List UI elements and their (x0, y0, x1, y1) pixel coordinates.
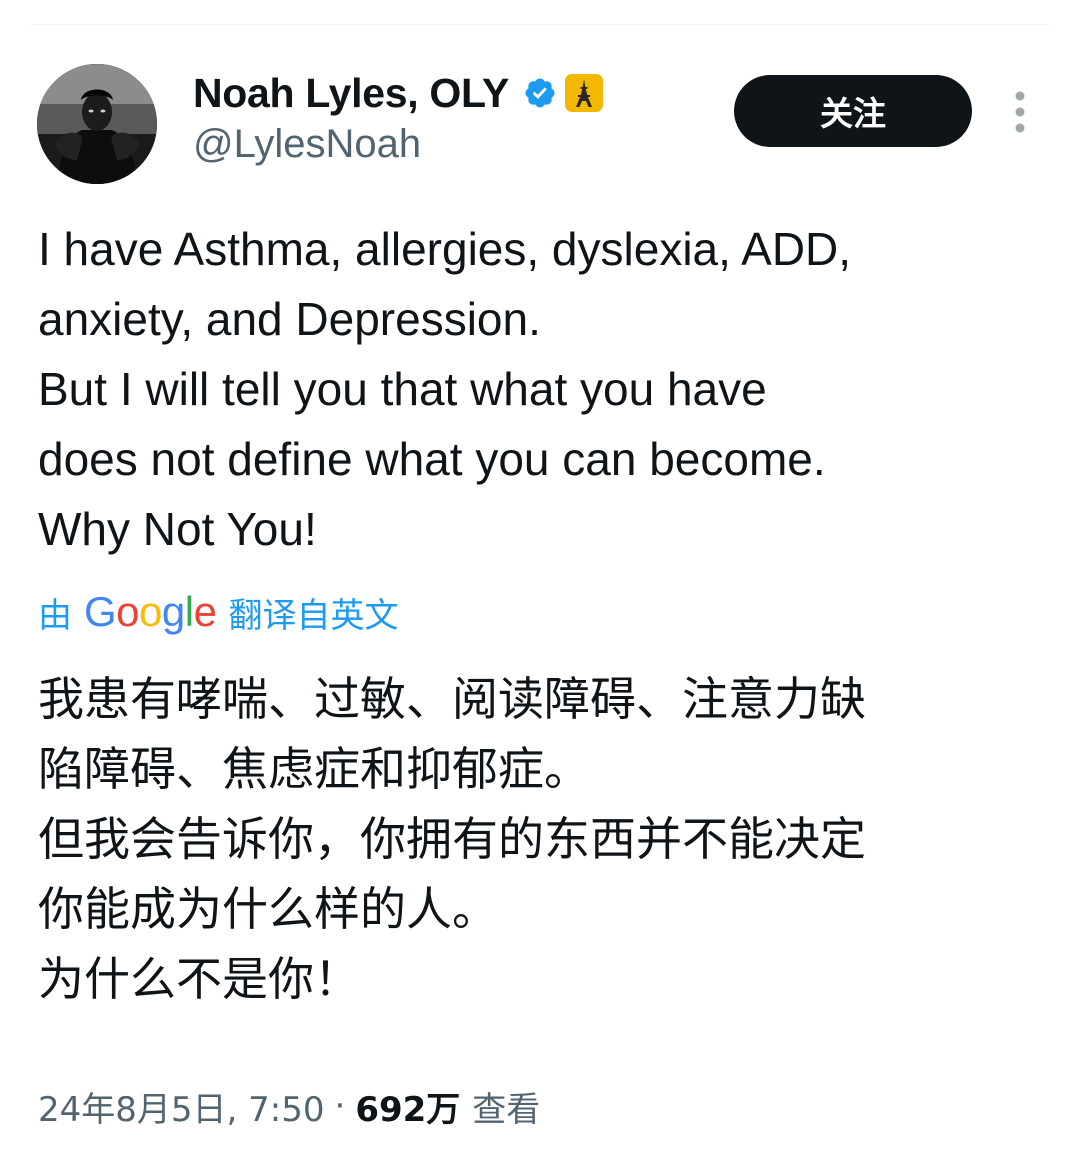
translated-text: 我患有哮喘、过敏、阅读障碍、注意力缺 陷障碍、焦虑症和抑郁症。 但我会告诉你，你… (38, 664, 1048, 1014)
more-options-icon[interactable] (1010, 90, 1030, 134)
translation-suffix: 翻译自英文 (228, 595, 399, 636)
avatar-image (37, 64, 157, 184)
follow-button[interactable]: 关注 (734, 75, 972, 147)
translated-line: 但我会告诉你，你拥有的东西并不能决定 (38, 812, 866, 866)
author-display-name[interactable]: Noah Lyles, OLY (193, 70, 509, 117)
tweet-line: anxiety, and Depression. (38, 293, 541, 345)
avatar[interactable] (37, 64, 157, 184)
tweet-line: I have Asthma, allergies, dyslexia, ADD, (38, 223, 852, 275)
tweet-line: does not define what you can become. (38, 433, 826, 485)
translation-attribution[interactable]: 由 Google 翻译自英文 (38, 584, 398, 640)
top-divider (30, 24, 1050, 25)
author-name-row[interactable]: Noah Lyles, OLY (193, 68, 604, 118)
translated-line: 我患有哮喘、过敏、阅读障碍、注意力缺 (38, 672, 866, 726)
translated-line: 你能成为什么样的人。 (38, 882, 498, 936)
google-logo: Google (84, 588, 217, 635)
translated-line: 陷障碍、焦虑症和抑郁症。 (38, 742, 590, 796)
views-label: 查看 (472, 1089, 541, 1130)
meta-separator: · (334, 1086, 346, 1126)
translation-prefix: 由 (38, 595, 72, 636)
tweet-line: Why Not You! (38, 503, 317, 555)
tweet-line: But I will tell you that what you have (38, 363, 767, 415)
eiffel-tower-icon (565, 74, 604, 112)
translated-line: 为什么不是你！ (38, 952, 360, 1006)
tweet-timestamp[interactable]: 24年8月5日, 7:50 (38, 1082, 325, 1131)
author-handle[interactable]: @LylesNoah (193, 122, 421, 167)
tweet-text: I have Asthma, allergies, dyslexia, ADD,… (38, 214, 1048, 564)
tweet-meta: 24年8月5日, 7:50 · 692万 查看 (38, 1078, 540, 1134)
verified-badge-icon[interactable] (523, 76, 557, 110)
views-count[interactable]: 692万 (355, 1082, 460, 1131)
